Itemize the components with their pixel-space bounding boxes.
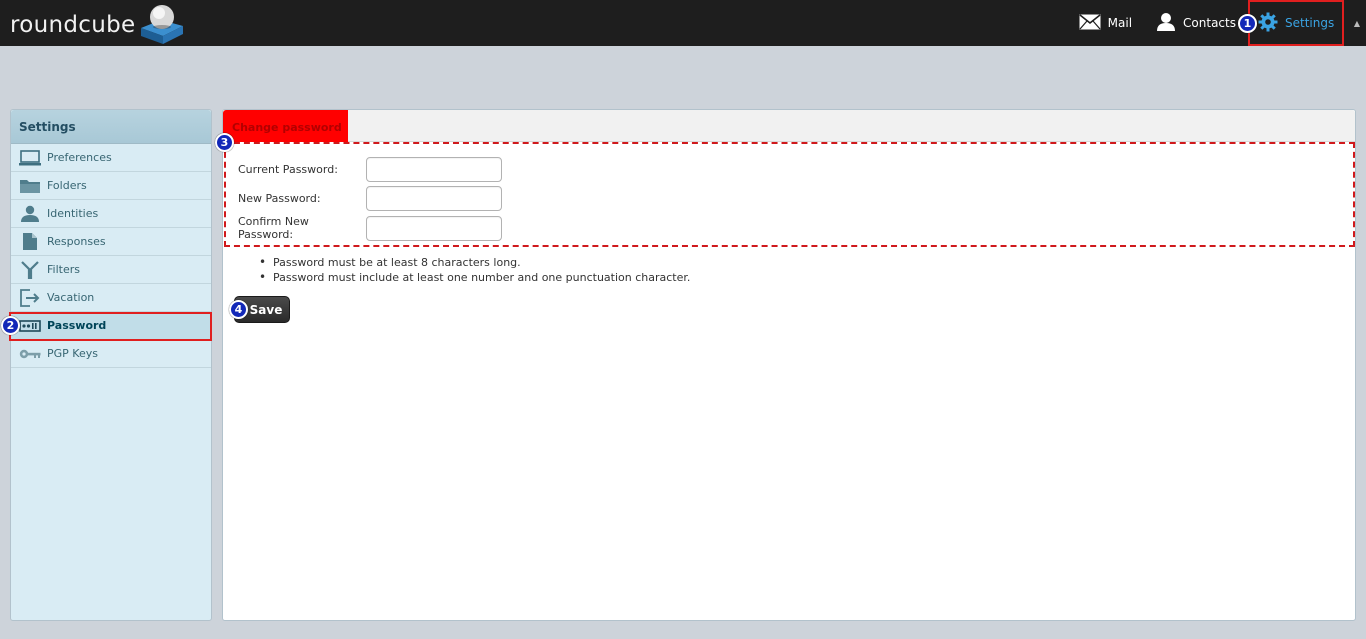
logo-cube-icon	[137, 0, 187, 46]
new-password-input[interactable]	[366, 186, 502, 211]
password-form: 3 Current Password: New Password: Confir…	[215, 133, 1355, 247]
sidebar-item-label: Folders	[47, 179, 87, 192]
new-password-label: New Password:	[238, 192, 321, 205]
form-row-new-password: New Password:	[238, 186, 502, 211]
list-item: Password must include at least one numbe…	[257, 270, 690, 286]
sidebar-item-label: Vacation	[47, 291, 95, 304]
roundcube-logo[interactable]: roundcube	[10, 4, 187, 46]
sidebar-item-vacation[interactable]: Vacation	[11, 284, 211, 312]
document-icon	[19, 233, 41, 251]
current-password-label: Current Password:	[238, 163, 338, 176]
filter-icon	[19, 260, 41, 279]
step-badge-1: 1	[1238, 14, 1257, 33]
save-button-label: Save	[249, 302, 283, 317]
nav-contacts[interactable]: Contacts	[1156, 0, 1236, 46]
nav-mail-label: Mail	[1107, 16, 1133, 30]
sidebar-item-label: Password	[47, 319, 107, 332]
sidebar-item-label: Identities	[47, 207, 99, 220]
caret-up-icon[interactable]: ▲	[1350, 19, 1364, 28]
sidebar-item-label: Preferences	[47, 151, 112, 164]
sidebar-item-password[interactable]: 2 Password	[1, 312, 212, 341]
sidebar-item-filters[interactable]: Filters	[11, 256, 211, 284]
form-row-confirm-password: Confirm New Password:	[238, 215, 502, 241]
folder-icon	[19, 177, 41, 195]
main-panel: Change password 3 Current Password: New …	[215, 109, 1356, 621]
step-badge-3: 3	[215, 133, 234, 152]
step-badge-4: 4	[229, 300, 248, 319]
password-rules-list: Password must be at least 8 characters l…	[257, 255, 690, 286]
sidebar-item-identities[interactable]: Identities	[11, 200, 211, 228]
envelope-icon	[1079, 13, 1101, 33]
nav-settings-label: Settings	[1285, 16, 1335, 30]
key-icon	[19, 345, 41, 363]
sidebar-title: Settings	[11, 110, 211, 144]
list-item: Password must be at least 8 characters l…	[257, 255, 690, 271]
sidebar-item-label: PGP Keys	[47, 347, 98, 360]
sidebar-item-folders[interactable]: Folders	[11, 172, 211, 200]
sidebar-item-preferences[interactable]: Preferences	[11, 144, 211, 172]
form-row-current-password: Current Password:	[238, 157, 502, 182]
person-icon	[19, 205, 41, 223]
password-icon	[19, 317, 41, 335]
current-password-input[interactable]	[366, 157, 502, 182]
tab-change-password[interactable]: Change password	[223, 110, 348, 142]
top-navigation: Mail Contacts 1 Settings ▲	[1079, 0, 1366, 46]
sidebar-item-label: Responses	[47, 235, 106, 248]
nav-mail[interactable]: Mail	[1079, 0, 1132, 46]
save-button[interactable]: 4 Save	[229, 296, 290, 323]
confirm-password-input[interactable]	[366, 215, 502, 241]
gear-icon	[1258, 12, 1278, 35]
confirm-password-label: Confirm New Password:	[238, 215, 309, 241]
sidebar-item-responses[interactable]: Responses	[11, 228, 211, 256]
top-bar: roundcube Mail Contacts 1 Settings ▲	[0, 0, 1366, 46]
nav-contacts-label: Contacts	[1183, 16, 1236, 30]
settings-sidebar: Settings Preferences Folders Identities …	[1, 109, 212, 621]
sidebar-item-label: Filters	[47, 263, 80, 276]
logo-text: roundcube	[10, 12, 136, 38]
tab-bar: Change password	[223, 110, 1355, 142]
step-badge-2: 2	[1, 316, 20, 335]
nav-settings[interactable]: 1 Settings	[1238, 0, 1344, 46]
monitor-icon	[19, 149, 41, 167]
exit-icon	[19, 288, 41, 307]
person-icon	[1156, 12, 1176, 35]
sidebar-item-pgp-keys[interactable]: PGP Keys	[11, 340, 211, 368]
